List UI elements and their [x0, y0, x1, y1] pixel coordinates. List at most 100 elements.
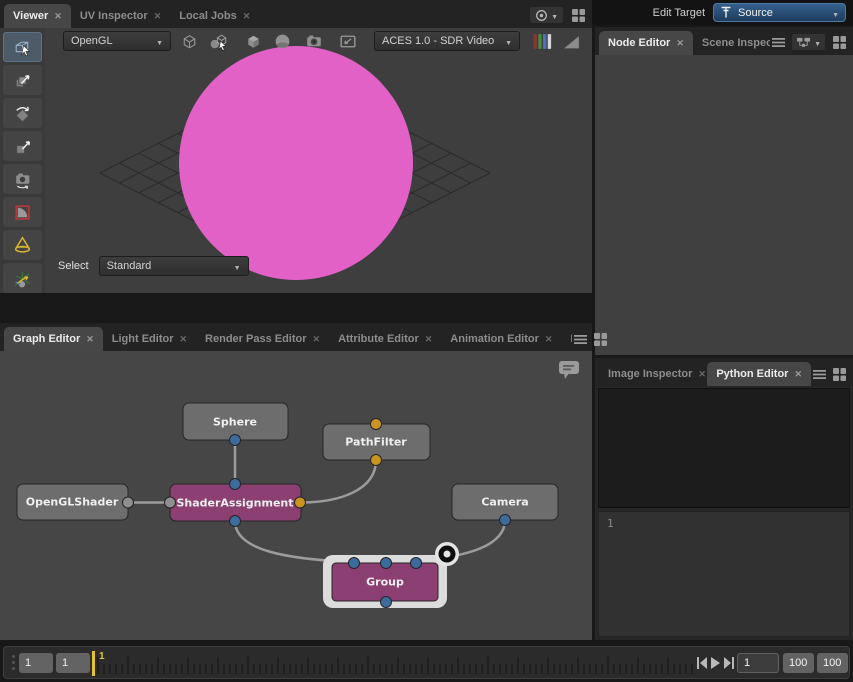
- tab-scene-inspector[interactable]: Scene Inspecto: [693, 31, 770, 55]
- tab-light-editor[interactable]: Light Editor: [103, 327, 196, 351]
- layout-grid-icon[interactable]: [832, 367, 847, 382]
- close-icon[interactable]: [794, 368, 802, 380]
- graph-editor-panel: Graph Editor Light Editor Render Pass Ed…: [0, 323, 592, 640]
- viewer-tabbar: Viewer UV Inspector Local Jobs: [0, 0, 592, 28]
- tab-image-inspector[interactable]: Image Inspector: [599, 362, 707, 386]
- chevron-down-icon: [234, 257, 241, 275]
- frame-range-start-field[interactable]: 1: [19, 653, 53, 673]
- renderer-dropdown[interactable]: OpenGL: [63, 31, 171, 51]
- channel-rgb-icon[interactable]: [532, 33, 553, 50]
- timeline-inner: 1 1 1 1 100: [3, 646, 850, 679]
- display-transform-dropdown[interactable]: ACES 1.0 - SDR Video: [374, 31, 520, 51]
- viewer-body: OpenGL: [0, 28, 592, 293]
- select-mode-value: Standard: [107, 260, 228, 272]
- close-icon[interactable]: [86, 333, 94, 345]
- camera-tool-button[interactable]: [3, 164, 42, 194]
- tab-label: Animation Editor: [450, 333, 539, 345]
- tab-label: Python Editor: [716, 368, 788, 380]
- close-icon[interactable]: [180, 333, 188, 345]
- tab-render-pass-editor[interactable]: Render Pass Editor: [196, 327, 329, 351]
- spot-light-tool-button[interactable]: [3, 230, 42, 260]
- gaffer-window: Gaffer File Edit Layout Help Tools Edit …: [0, 0, 853, 682]
- python-output-area[interactable]: [598, 388, 850, 508]
- skip-to-end-button[interactable]: [723, 656, 735, 670]
- tab-label: Node Editor: [608, 37, 670, 49]
- tab-attribute-editor[interactable]: Attribute Editor: [329, 327, 441, 351]
- node-openglshader[interactable]: OpenGLShader: [17, 484, 128, 520]
- chevron-down-icon: [551, 6, 558, 24]
- playhead[interactable]: [92, 651, 95, 676]
- python-editor-body: 1: [595, 386, 853, 640]
- crop-window-tool-button[interactable]: [3, 197, 42, 227]
- close-icon[interactable]: [154, 10, 162, 22]
- tab-label: Local Jobs: [179, 10, 236, 22]
- tab-uv-inspector[interactable]: UV Inspector: [71, 4, 170, 28]
- light-position-tool-button[interactable]: [3, 263, 42, 293]
- svg-text:Group: Group: [366, 576, 404, 589]
- tab-node-editor[interactable]: Node Editor: [599, 31, 693, 55]
- tab-primitive-inspector[interactable]: Prim: [561, 327, 572, 351]
- node-editor-panel: Node Editor Scene Inspecto: [595, 27, 853, 355]
- timeline-ruler-minor[interactable]: [97, 664, 694, 674]
- playback-range-end-field[interactable]: 100: [783, 653, 814, 673]
- select-mode-dropdown[interactable]: Standard: [99, 256, 249, 276]
- lighting-mode-icon[interactable]: [272, 31, 293, 52]
- annotation-bubble-icon[interactable]: [556, 359, 582, 383]
- layout-grid-icon[interactable]: [571, 8, 586, 23]
- scale-tool-button[interactable]: [3, 131, 42, 161]
- mini-node-graph-icon: [796, 36, 811, 49]
- sphere-object[interactable]: [179, 46, 413, 280]
- wireframe-shading-icon[interactable]: [179, 31, 200, 52]
- solid-shading-icon[interactable]: [243, 31, 264, 52]
- python-input-area[interactable]: 1: [598, 511, 850, 637]
- close-icon[interactable]: [698, 368, 706, 380]
- snapshot-compare-icon[interactable]: [337, 31, 359, 52]
- focus-indicator[interactable]: [435, 542, 459, 566]
- close-icon[interactable]: [545, 333, 553, 345]
- skip-to-start-button[interactable]: [696, 656, 708, 670]
- close-icon[interactable]: [425, 333, 433, 345]
- tab-viewer[interactable]: Viewer: [4, 4, 71, 28]
- expansion-mode-icon[interactable]: [208, 31, 231, 52]
- camera-settings-icon[interactable]: [303, 31, 325, 52]
- tab-label: UV Inspector: [80, 10, 148, 22]
- chevron-down-icon: [832, 4, 839, 22]
- node-editor-body[interactable]: [595, 55, 853, 355]
- translate-tool-button[interactable]: [3, 65, 42, 95]
- spot-light-tool-icon: [12, 235, 33, 256]
- close-icon[interactable]: [676, 37, 684, 49]
- tab-local-jobs[interactable]: Local Jobs: [170, 4, 259, 28]
- grip-handle[interactable]: [12, 667, 15, 670]
- layout-grid-icon[interactable]: [593, 332, 608, 347]
- scale-tool-icon: [12, 136, 33, 157]
- hamburger-menu-icon[interactable]: [772, 37, 785, 48]
- viewer-toolbar: OpenGL: [45, 31, 592, 53]
- target-circle-icon: [535, 9, 548, 22]
- grip-handle[interactable]: [12, 661, 15, 664]
- close-icon[interactable]: [243, 10, 251, 22]
- node-graph-canvas[interactable]: Sphere PathFilter OpenGLShader ShaderAss…: [0, 351, 592, 640]
- display-transform-value: ACES 1.0 - SDR Video: [382, 35, 499, 47]
- close-icon[interactable]: [54, 10, 62, 22]
- translate-tool-icon: [12, 70, 33, 91]
- edit-target-dropdown[interactable]: Source: [713, 3, 846, 22]
- hamburger-menu-icon[interactable]: [574, 334, 587, 345]
- current-frame-field[interactable]: 1: [737, 653, 779, 673]
- tab-python-editor[interactable]: Python Editor: [707, 362, 811, 386]
- select-tool-button[interactable]: [3, 32, 42, 62]
- tab-graph-editor[interactable]: Graph Editor: [4, 327, 103, 351]
- exposure-gamma-icon[interactable]: [562, 34, 581, 50]
- close-icon[interactable]: [313, 333, 321, 345]
- layout-grid-icon[interactable]: [832, 35, 847, 50]
- editor-focus-menu-button[interactable]: [529, 6, 564, 24]
- grip-handle[interactable]: [12, 655, 15, 658]
- playback-range-start-field[interactable]: 1: [56, 653, 90, 673]
- tab-animation-editor[interactable]: Animation Editor: [441, 327, 561, 351]
- viewer-tool-column: [0, 28, 45, 293]
- play-button[interactable]: [710, 656, 721, 670]
- rotate-tool-button[interactable]: [3, 98, 42, 128]
- frame-range-end-field[interactable]: 100: [817, 653, 848, 673]
- node-focus-menu-button[interactable]: [791, 33, 826, 51]
- svg-text:Sphere: Sphere: [213, 416, 257, 429]
- hamburger-menu-icon[interactable]: [813, 369, 826, 380]
